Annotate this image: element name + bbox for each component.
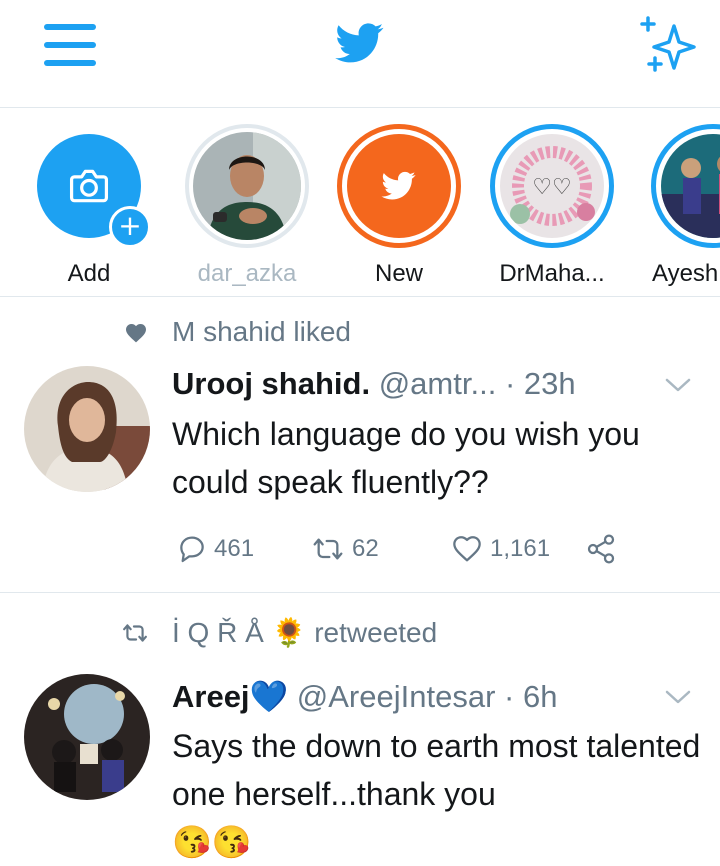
blue-heart-emoji: 💙 — [249, 679, 289, 714]
plus-icon: + — [109, 206, 151, 248]
divider — [0, 592, 720, 593]
avatar — [661, 134, 720, 238]
chevron-down-icon[interactable] — [665, 689, 691, 705]
reply-count: 461 — [214, 535, 255, 562]
avatar[interactable] — [24, 674, 150, 800]
like-button[interactable]: 1,161 — [450, 532, 550, 566]
story-label: Add — [67, 260, 111, 287]
add-story-button[interactable]: + — [37, 134, 151, 248]
share-button[interactable] — [584, 532, 618, 566]
story-add[interactable]: + Add — [14, 124, 164, 288]
chevron-down-icon[interactable] — [665, 377, 691, 393]
story-dar-azka[interactable]: dar_azka — [172, 124, 322, 288]
author-handle[interactable]: @amtr... — [379, 366, 497, 401]
tweet-text-body: Says the down to earth most talented one… — [172, 728, 701, 812]
twitter-bird-logo — [335, 23, 384, 63]
story-drmaha[interactable]: ♡♡ DrMaha... — [477, 124, 627, 288]
tweet-time: · 6h — [504, 679, 558, 714]
author-handle[interactable]: @AreejIntesar — [297, 679, 496, 714]
sunflower-emoji: 🌻 — [271, 617, 307, 648]
tweet-time: · 23h — [504, 366, 576, 401]
retweeted-label: retweeted — [314, 617, 438, 648]
social-context: M shahid liked — [172, 316, 351, 347]
reply-icon — [180, 536, 204, 563]
share-icon — [587, 534, 615, 564]
camera-icon — [69, 169, 109, 203]
tweet-text: Which language do you wish you could spe… — [172, 416, 640, 500]
sparkle-icon[interactable] — [636, 14, 696, 72]
story-label: DrMaha... — [499, 260, 605, 287]
new-story-avatar — [347, 134, 451, 238]
retweet-icon — [313, 538, 343, 560]
author-name[interactable]: Urooj shahid. — [172, 366, 370, 401]
hamburger-menu-icon[interactable] — [44, 24, 96, 66]
story-new[interactable]: New — [324, 124, 474, 288]
svg-text:♡♡: ♡♡ — [532, 175, 571, 200]
avatar: ♡♡ — [500, 134, 604, 238]
story-label: New — [374, 260, 423, 287]
heart-filled-icon — [126, 324, 146, 343]
story-label: dar_azka — [197, 260, 297, 287]
heart-outline-icon — [453, 536, 481, 562]
tweet-header: Urooj shahid. @amtr... · 23h — [172, 366, 576, 402]
reply-button[interactable]: 461 — [176, 532, 254, 566]
author-name[interactable]: Areej — [172, 679, 250, 714]
kiss-emoji: 😘😘 — [172, 824, 252, 860]
avatar — [193, 132, 301, 240]
like-count: 1,161 — [490, 535, 551, 562]
avatar[interactable] — [24, 366, 150, 492]
fleets-row: + Add dar_azka New ♡♡ DrMaha... Ayesh — [0, 108, 720, 297]
tweet-text: Says the down to earth most talented one… — [172, 722, 702, 866]
top-bar — [0, 0, 720, 108]
tweet-header: Areej💙 @AreejIntesar · 6h — [172, 678, 557, 715]
social-context: İ Q Ř Å 🌻 retweeted — [172, 616, 437, 649]
retweet-count: 62 — [352, 535, 379, 562]
story-ayesh[interactable]: Ayesh — [638, 124, 720, 288]
retweeter-name[interactable]: İ Q Ř Å — [172, 617, 264, 648]
story-label: Ayesh — [652, 260, 719, 287]
twitter-bird-icon — [381, 171, 416, 200]
retweet-button[interactable]: 62 — [310, 532, 379, 566]
retweet-icon — [123, 624, 147, 642]
